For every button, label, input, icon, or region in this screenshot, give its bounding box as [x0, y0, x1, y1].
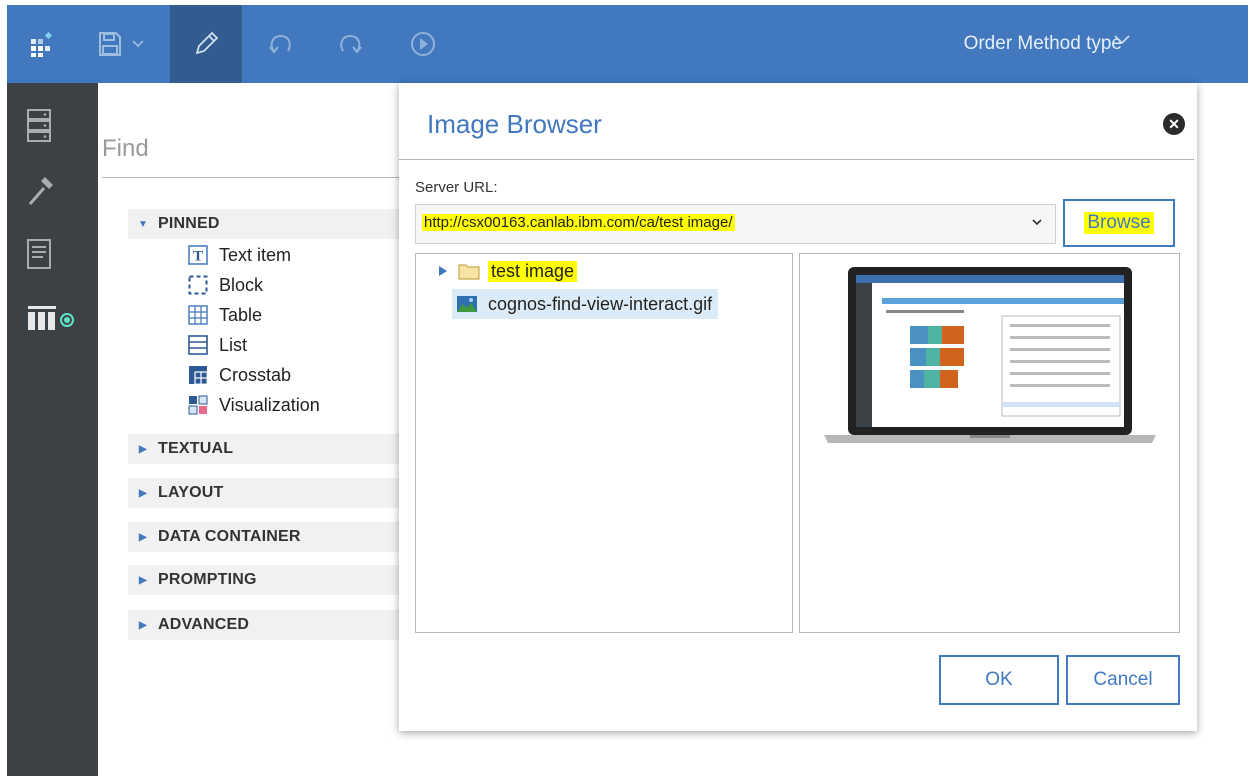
section-textual[interactable]: ▶ TEXTUAL [128, 434, 400, 464]
section-label: PROMPTING [158, 571, 257, 588]
divider [102, 177, 400, 178]
close-icon[interactable]: ✕ [1163, 113, 1185, 135]
section-layout[interactable]: ▶ LAYOUT [128, 478, 400, 508]
block-icon [187, 275, 209, 295]
server-url-select[interactable]: http://csx00163.canlab.ibm.com/ca/test i… [415, 204, 1056, 244]
section-label: PINNED [158, 215, 220, 232]
caret-right-icon: ▶ [139, 574, 147, 586]
dialog-title: Image Browser [427, 109, 602, 139]
left-rail [7, 83, 98, 776]
section-label: TEXTUAL [158, 440, 234, 457]
tree-item-image[interactable]: cognos-find-view-interact.gif [452, 289, 719, 319]
top-toolbar: Order Method type [7, 5, 1248, 83]
list-icon [187, 335, 209, 355]
section-advanced[interactable]: ▶ ADVANCED [128, 610, 400, 640]
crosstab-icon [187, 365, 209, 385]
insertable-crosstab[interactable]: Crosstab [187, 360, 291, 390]
toolbox-icon[interactable] [27, 301, 79, 338]
text-item-icon: T [187, 245, 209, 265]
tree-item-label: cognos-find-view-interact.gif [488, 293, 713, 314]
item-label: Block [219, 274, 264, 295]
item-label: Text item [219, 244, 292, 265]
item-label: Table [219, 304, 263, 325]
report-page-icon[interactable] [27, 239, 51, 274]
tools-hammer-icon[interactable] [27, 175, 55, 212]
divider [399, 159, 1194, 160]
caret-down-icon: ▼ [137, 218, 149, 230]
folder-icon [458, 264, 480, 280]
page-title-selector[interactable]: Order Method type [964, 5, 1122, 83]
insertable-table[interactable]: Table [187, 300, 262, 330]
file-tree: test image cognos-find-view-interact.gif [415, 253, 793, 633]
run-play-icon[interactable] [403, 5, 443, 83]
browse-label: Browse [1084, 212, 1154, 234]
visualization-icon [187, 395, 209, 415]
caret-right-icon: ▶ [139, 531, 147, 543]
section-data-container[interactable]: ▶ DATA CONTAINER [128, 522, 400, 552]
section-prompting[interactable]: ▶ PROMPTING [128, 565, 400, 595]
chevron-down-icon [1032, 219, 1042, 226]
save-button[interactable] [91, 5, 151, 83]
tree-item-folder[interactable]: test image [438, 256, 578, 286]
insertable-block[interactable]: Block [187, 270, 263, 300]
edit-pencil-icon[interactable] [170, 5, 242, 83]
ok-button[interactable]: OK [939, 655, 1059, 705]
section-pinned[interactable]: ▼ PINNED [128, 209, 400, 239]
section-label: DATA CONTAINER [158, 528, 301, 545]
caret-right-icon: ▶ [139, 619, 147, 631]
browse-button[interactable]: Browse [1063, 199, 1175, 247]
insertable-list[interactable]: List [187, 330, 247, 360]
item-label: Visualization [219, 394, 320, 415]
cancel-button[interactable]: Cancel [1066, 655, 1180, 705]
undo-icon[interactable] [261, 5, 301, 83]
section-label: LAYOUT [158, 484, 224, 501]
caret-right-icon: ▶ [139, 443, 147, 455]
chevron-down-icon[interactable] [1114, 35, 1130, 45]
image-file-icon [457, 296, 477, 312]
caret-right-icon[interactable] [438, 265, 448, 277]
insertable-text-item[interactable]: T Text item [187, 240, 291, 270]
item-label: List [219, 334, 248, 355]
search-input[interactable]: Find [102, 135, 149, 163]
app-grid-icon[interactable] [23, 5, 63, 83]
tree-item-label: test image [488, 260, 578, 282]
table-icon [187, 305, 209, 325]
image-preview-pane [799, 253, 1180, 633]
redo-icon[interactable] [330, 5, 370, 83]
insertables-panel: Find ▼ PINNED T Text item Block Table Li… [98, 83, 400, 776]
item-label: Crosstab [219, 364, 292, 385]
laptop-preview-image [824, 267, 1156, 443]
caret-right-icon: ▶ [139, 487, 147, 499]
section-label: ADVANCED [158, 616, 250, 633]
insertable-visualization[interactable]: Visualization [187, 390, 320, 420]
svg-text:T: T [193, 249, 203, 265]
save-icon [99, 32, 121, 56]
server-url-label: Server URL: [415, 179, 498, 196]
data-storage-icon[interactable] [27, 109, 51, 148]
chevron-down-icon [132, 40, 144, 48]
image-browser-dialog: Image Browser ✕ Server URL: http://csx00… [399, 83, 1197, 731]
server-url-value: http://csx00163.canlab.ibm.com/ca/test i… [422, 214, 735, 231]
